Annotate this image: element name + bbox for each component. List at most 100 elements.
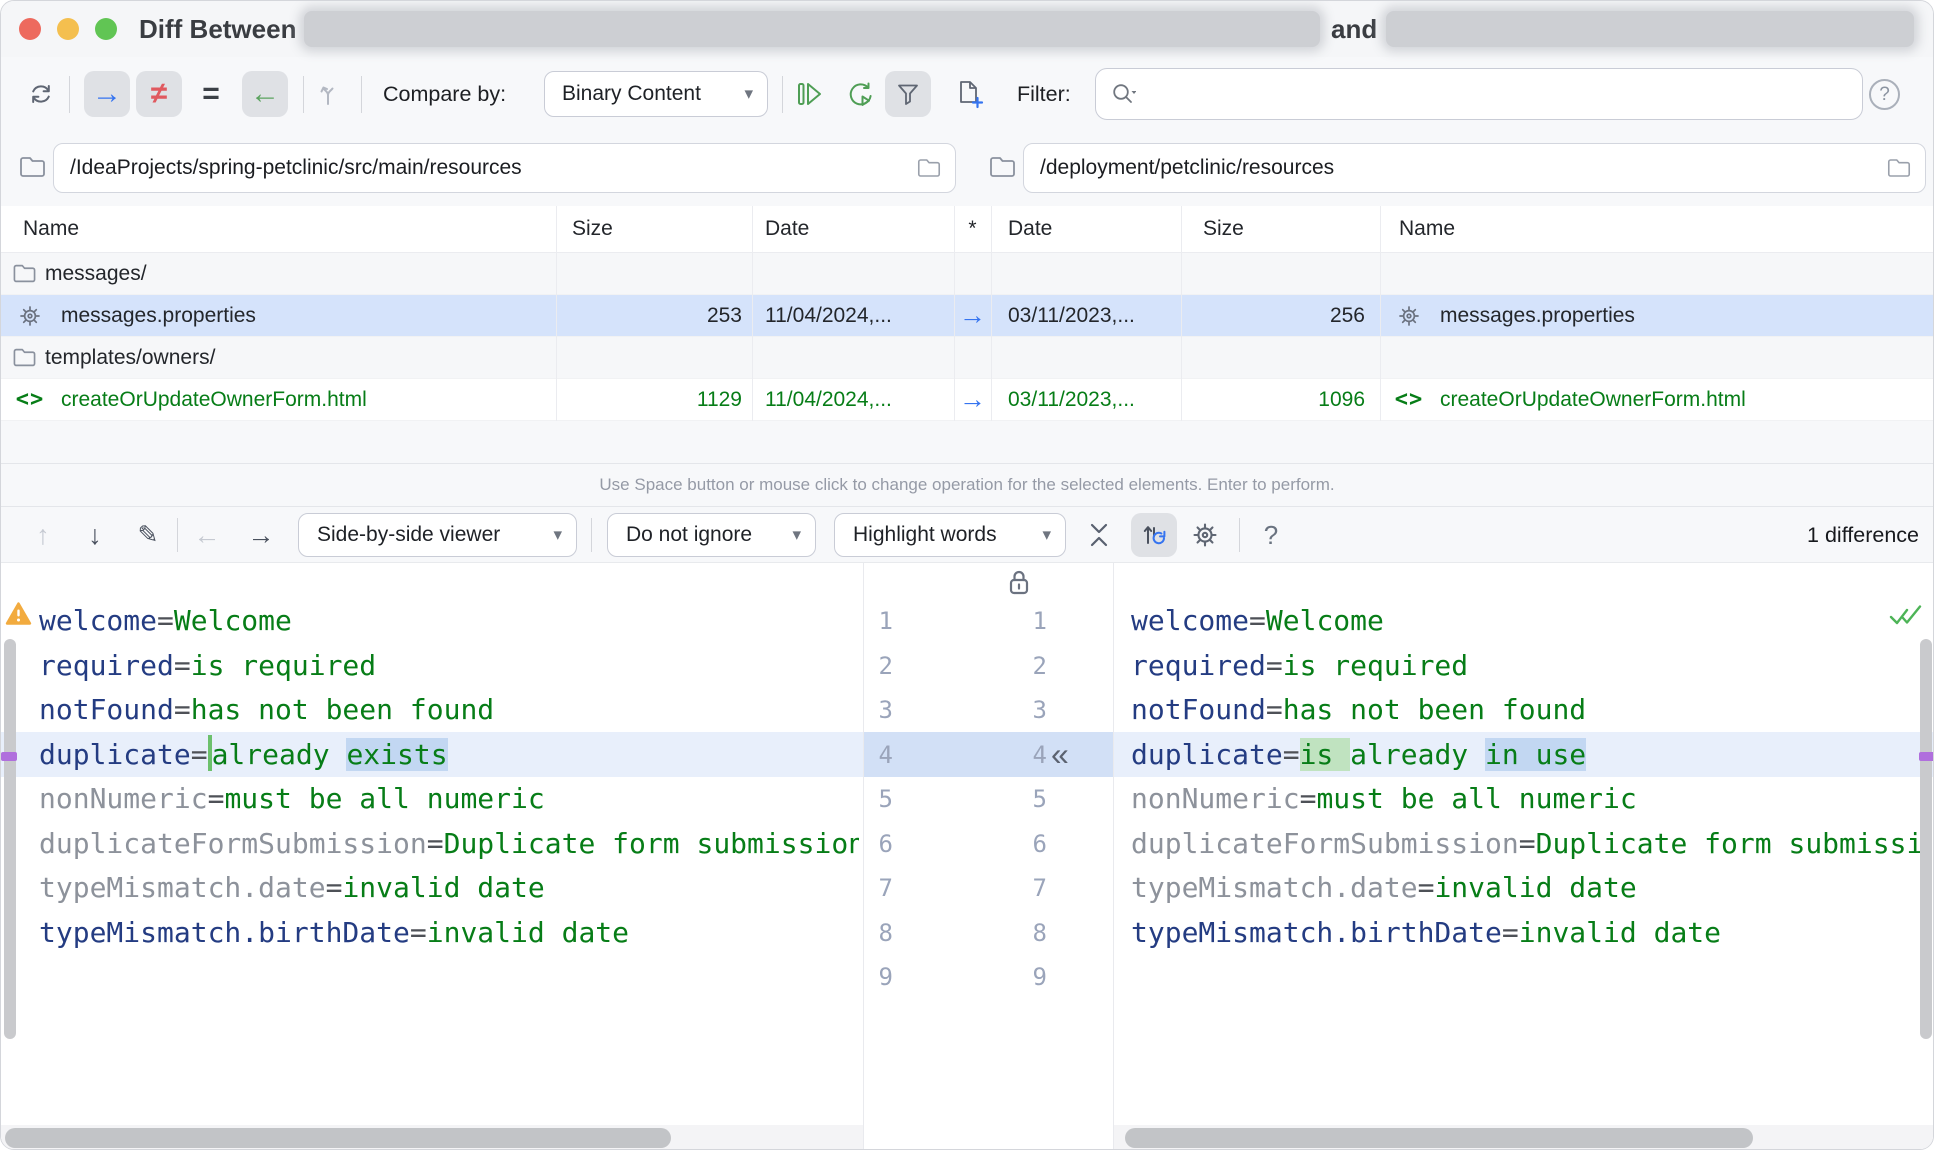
warning-icon[interactable] [5,601,32,626]
right-horizontal-scrollbar-thumb[interactable] [1125,1128,1753,1148]
edit-button[interactable]: ✎ [131,507,165,563]
left-horizontal-scrollbar-thumb[interactable] [5,1128,671,1148]
code-token: required [1131,648,1266,682]
operation-cell[interactable]: → [954,295,991,336]
size-cell-right: 1096 [1318,387,1365,411]
settings-button[interactable] [1189,507,1221,563]
changed-line-band-gutter [863,732,1113,777]
table-row-messages-properties[interactable]: messages.properties 253 11/04/2024,... → 03/… [1,295,1933,337]
right-editor[interactable]: welcome=Welcome required=is required notFo… [1131,599,1931,1000]
header-date-left[interactable]: Date [752,206,954,252]
code-token: nonNumeric [1131,782,1300,815]
resume-compare-icon[interactable] [794,57,824,131]
new-file-icon[interactable] [954,57,984,131]
help-icon[interactable]: ? [1869,79,1900,110]
line-number: 5 [878,785,893,813]
funnel-icon [898,84,918,105]
arrow-right-icon: → [92,77,122,110]
header-operation[interactable]: * [954,206,991,252]
filter-search-input[interactable] [1095,68,1863,120]
left-editor[interactable]: welcome=Welcome required=is required notFo… [39,599,859,1000]
code-token: typeMismatch.birthDate [1131,915,1502,949]
show-equal-toggle[interactable]: = [191,71,231,117]
ignore-policy-dropdown[interactable]: Do not ignore ▾ [607,513,816,557]
right-line-numbers: 1 2 3 4 5 6 7 8 9 [1007,599,1047,1000]
browse-folder-icon[interactable] [1887,157,1911,179]
previous-difference-button[interactable]: ↑ [27,507,59,563]
table-row-createOrUpdateOwnerForm-html[interactable]: <> createOrUpdateOwnerForm.html 1129 11/04/… [1,379,1933,421]
left-path-input[interactable]: /IdeaProjects/spring-petclinic/src/main/… [53,143,956,193]
filter-label: Filter: [1017,82,1071,106]
search-icon [1113,84,1136,103]
synchronize-fork-icon[interactable] [314,57,342,131]
chevron-down-icon: ▾ [744,84,753,103]
synchronize-scrolling-toggle[interactable] [1131,513,1177,557]
date-cell-right: 03/11/2023,... [1008,387,1135,411]
right-path-input[interactable]: /deployment/petclinic/resources [1023,143,1926,193]
header-size-left[interactable]: Size [556,206,752,252]
arrow-left-icon: ← [250,77,280,110]
header-date-right[interactable]: Date [991,206,1181,252]
code-token: = [157,604,174,637]
header-name-left[interactable]: Name [1,206,556,252]
operation-cell[interactable] [954,253,991,294]
filter-toggle[interactable] [885,71,931,117]
window-title: Diff Between [139,14,297,44]
line-number: 3 [878,696,893,724]
folder-icon[interactable] [19,155,46,179]
date-cell-left [752,337,954,378]
accept-right-to-left-toggle[interactable]: ← [242,71,288,117]
code-token: welcome [39,604,158,637]
prev-file-button[interactable]: ← [191,507,223,563]
paths-row: /IdeaProjects/spring-petclinic/src/main/… [1,131,1933,206]
code-line-left-1: welcome=Welcome [39,599,859,644]
refresh-icon[interactable] [28,57,54,131]
header-name-right[interactable]: Name [1380,206,1933,252]
code-glyph: <> [1394,387,1424,412]
code-line-right-5: nonNumeric=must be all numeric [1131,777,1931,822]
accept-left-to-right-toggle[interactable]: → [84,71,130,117]
folder-icon[interactable] [989,155,1016,179]
operation-arrow-icon[interactable]: → [959,384,986,415]
highlight-mode-dropdown[interactable]: Highlight words ▾ [834,513,1066,557]
header-size-right[interactable]: Size [1181,206,1380,252]
left-vertical-scrollbar[interactable] [4,639,16,1039]
viewer-mode-dropdown[interactable]: Side-by-side viewer ▾ [298,513,577,557]
folder-icon [9,263,39,284]
column-divider [954,206,955,421]
name-cell-right: messages.properties [1380,295,1933,336]
name-cell-left: <> createOrUpdateOwnerForm.html [1,379,556,420]
operation-cell[interactable]: → [954,379,991,420]
next-difference-button[interactable]: ↓ [79,507,111,563]
rerun-icon[interactable] [844,57,874,131]
apply-change-chevron[interactable]: « [1051,732,1069,777]
help-button[interactable]: ? [1255,507,1287,563]
size-cell-left: 253 [706,303,742,327]
collapse-unchanged-button[interactable] [1083,507,1115,563]
show-difference-toggle[interactable]: ≠ [136,71,182,117]
code-token: notFound [39,693,174,726]
code-line-left-7: typeMismatch.date=invalid date [39,866,859,911]
file-name: messages/ [45,261,147,285]
close-button[interactable] [19,18,41,40]
code-token: typeMismatch.birthDate [39,915,410,949]
browse-folder-icon[interactable] [917,157,941,179]
code-token: = [173,693,191,726]
next-file-button[interactable]: → [245,507,277,563]
table-row-templates-owners-[interactable]: templates/owners/ [1,337,1933,379]
right-vertical-scrollbar[interactable] [1920,639,1932,1039]
table-row-messages-[interactable]: messages/ [1,253,1933,295]
minimize-button[interactable] [57,18,79,40]
change-marker-left[interactable] [1,752,17,761]
change-marker-right[interactable] [1919,752,1933,761]
code-token: typeMismatch.date [1131,871,1418,904]
compare-by-dropdown[interactable]: Binary Content ▾ [544,71,768,117]
highlight-mode-value: Highlight words [853,523,997,546]
operation-cell[interactable] [954,337,991,378]
operation-arrow-icon[interactable]: → [959,300,986,331]
toolbar-separator [591,518,592,552]
maximize-button[interactable] [95,18,117,40]
file-name: createOrUpdateOwnerForm.html [1440,387,1746,411]
redacted-path-right [1386,11,1914,47]
lock-icon[interactable] [1005,567,1033,597]
